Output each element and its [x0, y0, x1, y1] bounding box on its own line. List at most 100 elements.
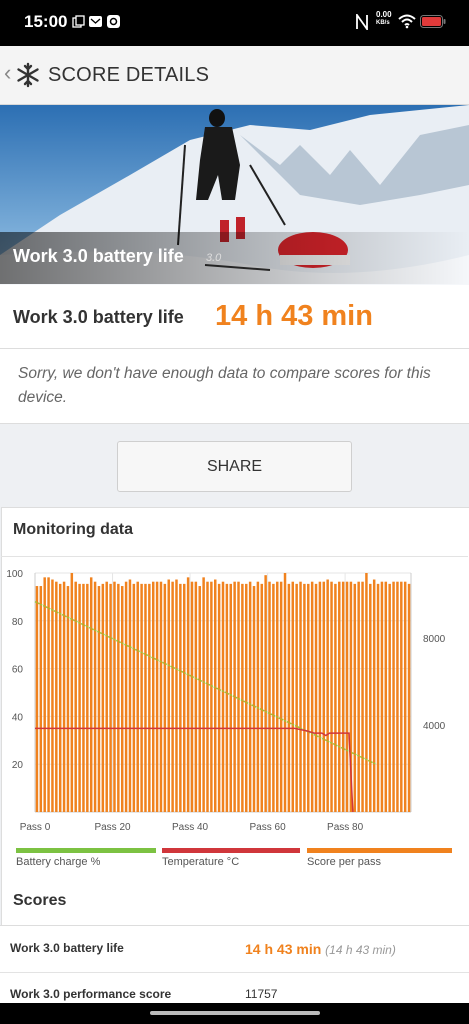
share-button[interactable]: SHARE [117, 441, 352, 492]
bar-score-per-pass [268, 581, 271, 812]
bar-score-per-pass [66, 586, 70, 812]
bar-score-per-pass [338, 581, 341, 812]
bar-score-per-pass [314, 583, 318, 812]
bar-score-per-pass [78, 583, 81, 812]
x-tick: Pass 80 [327, 822, 364, 833]
bar-score-per-pass [341, 581, 345, 812]
nfc-icon [356, 14, 368, 30]
back-chevron-icon[interactable]: ‹ [4, 60, 11, 86]
result-score: 14 h 43 min [215, 300, 373, 332]
bar-score-per-pass [167, 579, 170, 812]
bar-score-per-pass [39, 586, 43, 812]
bar-score-per-pass [159, 581, 163, 812]
y-tick-left: 100 [6, 569, 23, 580]
bar-score-per-pass [190, 581, 194, 812]
bar-score-per-pass [384, 581, 388, 812]
bar-score-per-pass [89, 577, 93, 812]
divider [1, 556, 468, 557]
bar-score-per-pass [140, 583, 143, 812]
bar-score-per-pass [245, 583, 248, 812]
bar-score-per-pass [186, 577, 190, 812]
x-tick: Pass 40 [172, 822, 209, 833]
y-tick-left: 80 [12, 617, 24, 628]
bar-score-per-pass [403, 581, 407, 812]
bar-score-per-pass [283, 573, 287, 812]
bar-score-per-pass [326, 579, 329, 812]
bar-score-per-pass [51, 579, 54, 812]
app-bar: ‹ SCORE DETAILS [0, 46, 469, 105]
bar-score-per-pass [260, 583, 264, 812]
y-tick-left: 60 [12, 665, 24, 676]
bar-score-per-pass [276, 581, 279, 812]
bar-score-per-pass [93, 581, 97, 812]
score-row-value: 14 h 43 min (14 h 43 min) [245, 941, 396, 957]
bar-score-per-pass [256, 581, 260, 812]
bar-score-per-pass [47, 577, 50, 812]
bar-score-per-pass [361, 581, 364, 812]
bar-score-per-pass [97, 586, 101, 812]
bar-score-per-pass [43, 577, 46, 812]
bar-score-per-pass [132, 583, 136, 812]
bar-score-per-pass [248, 581, 252, 812]
table-row-divider [0, 972, 469, 973]
monitoring-chart: 20 40 60 80 100 4000 8000 Pass 0 Pass 20 Pass 40 P… [6, 569, 445, 833]
divider [0, 348, 469, 349]
score-row-sub-value: (14 h 43 min) [325, 943, 396, 957]
bar-score-per-pass [82, 583, 85, 812]
mail-icon [89, 16, 102, 27]
result-test-name: Work 3.0 battery life [13, 307, 184, 327]
bar-score-per-pass [120, 586, 124, 812]
hero-version: 3.0 [206, 252, 222, 264]
bar-score-per-pass [86, 583, 89, 812]
bar-score-per-pass [357, 581, 360, 812]
bar-score-per-pass [55, 581, 58, 812]
bar-score-per-pass [299, 581, 302, 812]
navigation-bar [0, 1003, 469, 1024]
legend-swatch-score [307, 848, 452, 853]
bar-score-per-pass [136, 581, 139, 812]
bar-score-per-pass [318, 581, 322, 812]
copy-icon [72, 15, 85, 28]
bar-score-per-pass [330, 581, 333, 812]
bar-score-per-pass [194, 581, 198, 812]
legend-label-score: Score per pass [307, 856, 381, 868]
bar-score-per-pass [307, 583, 310, 812]
bar-score-per-pass [264, 575, 267, 812]
network-speed-unit: KB/s [376, 20, 390, 26]
bar-score-per-pass [202, 577, 205, 812]
bar-score-per-pass [345, 581, 349, 812]
scores-title: Scores [13, 892, 67, 909]
bar-score-per-pass [182, 583, 186, 812]
bar-score-per-pass [163, 583, 167, 812]
bar-score-per-pass [58, 583, 62, 812]
bar-score-per-pass [369, 583, 372, 812]
legend-swatch-battery [16, 848, 156, 853]
bar-score-per-pass [35, 586, 39, 812]
bar-score-per-pass [287, 583, 291, 812]
score-row-label: Work 3.0 battery life [10, 941, 124, 955]
bar-score-per-pass [229, 583, 232, 812]
bar-score-per-pass [237, 581, 240, 812]
snowflake-logo-icon[interactable] [15, 62, 41, 88]
bar-score-per-pass [252, 586, 256, 812]
y-tick-left: 40 [12, 712, 24, 723]
home-gesture-handle[interactable] [150, 1011, 320, 1015]
bar-score-per-pass [198, 586, 201, 812]
bar-score-per-pass [334, 583, 337, 812]
score-row-label: Work 3.0 performance score [10, 987, 172, 1001]
bar-score-per-pass [151, 581, 155, 812]
bar-score-per-pass [217, 583, 221, 812]
bar-score-per-pass [291, 581, 295, 812]
bar-score-per-pass [175, 579, 178, 812]
network-speed-value: 0.00 [376, 10, 392, 19]
bar-score-per-pass [225, 583, 229, 812]
bar-score-per-pass [392, 581, 395, 812]
bar-score-per-pass [214, 579, 217, 812]
bar-score-per-pass [105, 581, 108, 812]
legend-label-temperature: Temperature °C [162, 856, 240, 868]
bar-score-per-pass [221, 581, 225, 812]
x-tick: Pass 20 [94, 822, 131, 833]
bar-score-per-pass [400, 581, 403, 812]
legend-label-battery: Battery charge % [16, 856, 101, 868]
bar-score-per-pass [396, 581, 399, 812]
